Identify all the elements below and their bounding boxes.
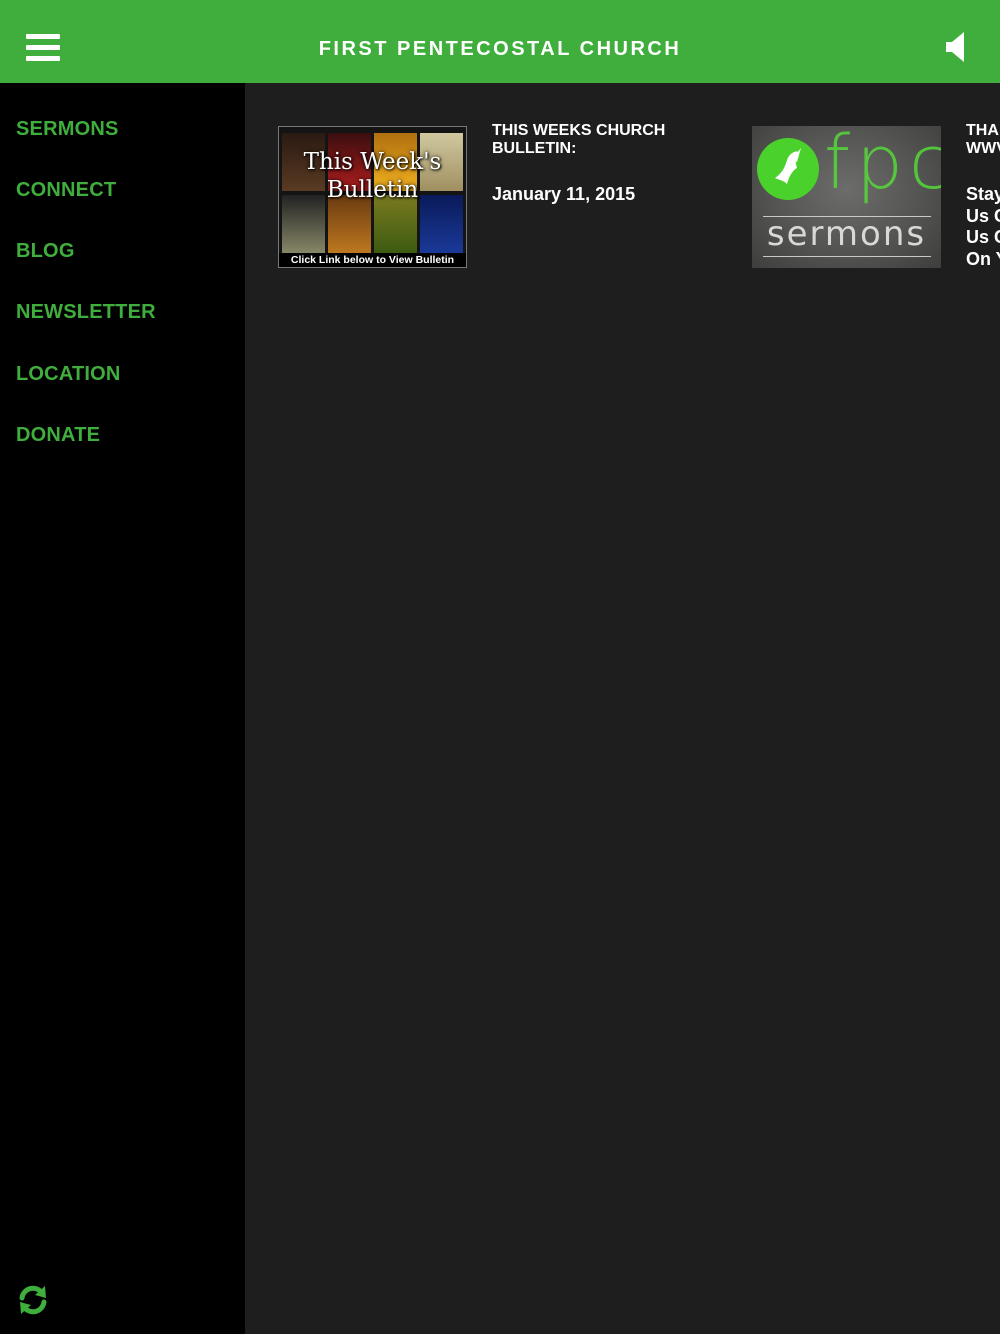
sermons-image-label: sermons (766, 214, 927, 254)
sidebar-item-donate[interactable]: DONATE (16, 424, 100, 447)
bulletin-heading-2: Bulletin (326, 177, 419, 203)
sermons-body-line: On Y (966, 248, 1000, 269)
refresh-icon[interactable] (16, 1283, 50, 1317)
sermons-body-line: Us C (966, 227, 1000, 247)
dove-logo-icon (757, 138, 819, 200)
sidebar-item-newsletter[interactable]: NEWSLETTER (16, 301, 156, 324)
sermons-title-line: THA (966, 122, 999, 139)
book-cover (420, 195, 463, 255)
bulletin-title[interactable]: THIS WEEKS CHURCH BULLETIN: (492, 122, 692, 158)
bulletin-thumbnail[interactable]: This Week's Bulletin Click Link below to… (278, 126, 467, 268)
divider (763, 256, 931, 257)
sermons-body-line: Stay (966, 184, 1000, 204)
sidebar-item-location[interactable]: LOCATION (16, 363, 121, 386)
main-content: This Week's Bulletin Click Link below to… (245, 83, 1000, 1334)
app-title: FIRST PENTECOSTAL CHURCH (318, 38, 682, 60)
fpc-logo-text: fpc (824, 126, 941, 206)
book-cover (328, 195, 371, 255)
sermons-title-line: WWV (966, 140, 1000, 157)
book-cover (282, 195, 325, 255)
bulletin-heading: This Week's (303, 149, 442, 175)
sermons-title[interactable]: THA WWV (966, 122, 1000, 158)
bulletin-caption: Click Link below to View Bulletin (279, 253, 466, 267)
book-cover (374, 195, 417, 255)
sermons-body: Stay Us C Us C On Y (966, 184, 1000, 270)
speaker-icon[interactable] (940, 28, 974, 66)
sidebar-item-connect[interactable]: CONNECT (16, 179, 116, 202)
sidebar-item-blog[interactable]: BLOG (16, 240, 75, 263)
sidebar-item-sermons[interactable]: SERMONS (16, 118, 119, 141)
sidebar: SERMONS CONNECT BLOG NEWSLETTER LOCATION… (0, 83, 245, 1334)
top-bar: FIRST PENTECOSTAL CHURCH (0, 0, 1000, 83)
sermons-thumbnail[interactable]: fpc sermons (752, 126, 941, 268)
bulletin-date: January 11, 2015 (492, 184, 636, 204)
sermons-body-line: Us C (966, 205, 1000, 226)
